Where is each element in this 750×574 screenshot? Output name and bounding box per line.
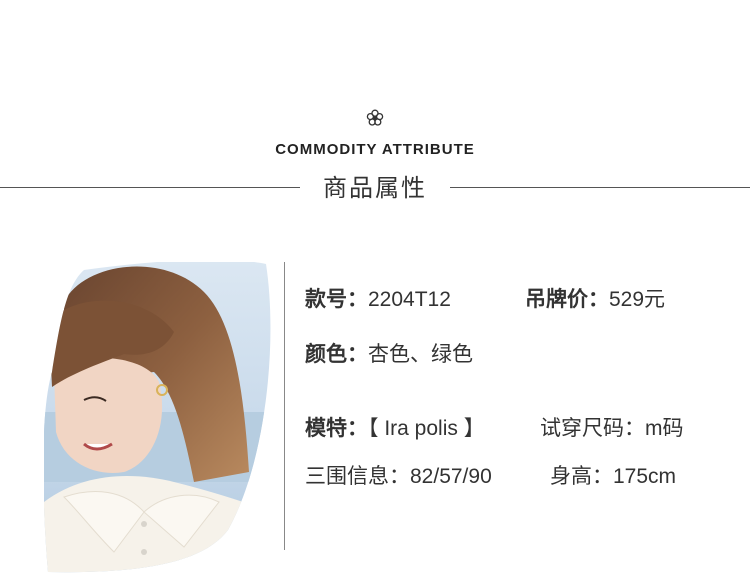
section-title-cn: 商品属性 (323, 174, 427, 202)
vertical-divider (284, 262, 285, 550)
attr-trial-size-label: 试穿尺码： (540, 416, 645, 440)
section-title-en: COMMODITY ATTRIBUTE (275, 141, 475, 158)
attr-color-value: 杏色、绿色 (368, 342, 473, 366)
attr-color-label: 颜色： (305, 342, 368, 366)
attr-height-label: 身高： (550, 464, 613, 488)
divider-left (0, 187, 300, 188)
attr-tag-price: 吊牌价：529元 (525, 283, 665, 313)
attr-style-no-label: 款号： (305, 287, 368, 311)
attr-measurements: 三围信息：82/57/90 (305, 460, 492, 490)
model-photo (44, 262, 271, 573)
attr-trial-size-value: m码 (645, 417, 684, 440)
attr-measurements-label: 三围信息： (305, 464, 410, 488)
attr-model-label: 模特： (305, 416, 368, 440)
divider-right (450, 187, 750, 188)
attr-style-no-value: 2204T12 (368, 288, 451, 311)
attr-height-value: 175cm (613, 465, 677, 488)
attr-tag-price-label: 吊牌价： (525, 287, 609, 311)
attr-trial-size: 试穿尺码：m码 (540, 412, 684, 442)
attr-model: 模特：【 Ira polis 】 (305, 412, 485, 442)
attr-tag-price-value: 529元 (609, 288, 666, 311)
attr-height: 身高：175cm (550, 460, 676, 490)
attr-color: 颜色：杏色、绿色 (305, 338, 473, 368)
attr-model-value: 【 Ira polis 】 (368, 417, 485, 440)
attr-measurements-value: 82/57/90 (410, 465, 492, 488)
attr-style-no: 款号：2204T12 (305, 283, 451, 313)
flower-icon (366, 109, 384, 126)
